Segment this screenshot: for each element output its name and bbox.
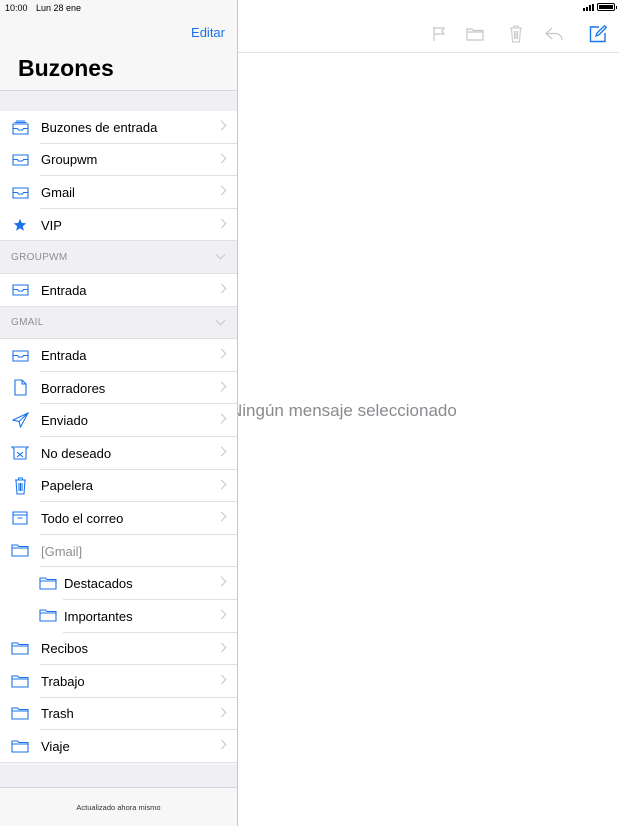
mailbox-item-papelera[interactable]: Papelera <box>0 469 237 503</box>
mailbox-item-vip[interactable]: VIP <box>0 208 237 242</box>
chevron-right-icon <box>216 381 227 392</box>
mailbox-item-destacados[interactable]: Destacados <box>0 567 237 600</box>
document-icon <box>11 379 29 396</box>
folder-icon <box>39 608 57 624</box>
chevron-right-icon <box>216 348 227 359</box>
inbox-stack-icon <box>11 119 29 135</box>
status-bar: 10:00 Lun 28 ene <box>0 0 619 16</box>
mailbox-item-label: VIP <box>41 217 62 233</box>
signal-icon <box>583 3 594 11</box>
mailbox-item-label: Trash <box>41 706 74 722</box>
folder-icon <box>11 706 29 722</box>
chevron-right-icon <box>216 413 227 424</box>
mailbox-item-trash[interactable]: Trash <box>0 697 237 731</box>
chevron-right-icon <box>216 609 227 620</box>
mailbox-item-label: Gmail <box>41 184 75 200</box>
chevron-down-icon[interactable] <box>215 315 226 326</box>
folder-icon <box>39 575 57 591</box>
mailbox-item-label: Recibos <box>41 641 88 657</box>
mailbox-item-label: Groupwm <box>41 152 98 168</box>
mailbox-item-importantes[interactable]: Importantes <box>0 599 237 633</box>
list-spacer <box>0 90 237 112</box>
mailbox-item-borradores[interactable]: Borradores <box>0 371 237 405</box>
mailbox-item-label: Buzones de entrada <box>41 119 158 135</box>
mailbox-item-entrada[interactable]: Entrada <box>0 339 237 372</box>
inbox-icon <box>11 347 29 363</box>
folder-icon[interactable] <box>463 22 487 46</box>
mailbox-item-label: Borradores <box>41 380 106 396</box>
chevron-right-icon <box>216 576 227 587</box>
section-header-label: GMAIL <box>11 317 44 329</box>
mailbox-item-viaje[interactable]: Viaje <box>0 730 237 763</box>
chevron-right-icon <box>216 283 227 294</box>
chevron-right-icon <box>216 674 227 685</box>
message-detail-pane: Ningún mensaje seleccionado <box>230 0 619 826</box>
mailbox-item-enviado[interactable]: Enviado <box>0 404 237 437</box>
mailbox-item-label: [Gmail] <box>41 543 83 559</box>
chevron-right-icon <box>216 218 227 229</box>
section-header-groupwm[interactable]: GROUPWM <box>0 241 237 274</box>
junk-icon <box>11 445 29 461</box>
mailbox-item-label: Trabajo <box>41 673 85 689</box>
folder-icon <box>11 641 29 657</box>
status-date: Lun 28 ene <box>36 3 82 13</box>
paper-plane-icon <box>11 412 29 429</box>
edit-button[interactable]: Editar <box>191 25 225 40</box>
mailbox-item-gmail[interactable]: [Gmail] <box>0 534 237 568</box>
compose-icon[interactable] <box>586 22 610 46</box>
archive-icon <box>11 510 29 526</box>
chevron-right-icon <box>216 511 227 522</box>
status-indicators <box>583 3 617 11</box>
mailbox-item-label: Enviado <box>41 413 88 429</box>
chevron-right-icon <box>216 120 227 131</box>
mailbox-item-no-deseado[interactable]: No deseado <box>0 436 237 470</box>
chevron-right-icon <box>216 479 227 489</box>
mailboxes-sidebar: Editar Buzones Buzones de entrada Groupwm… <box>0 0 238 826</box>
mailbox-item-label: Viaje <box>41 739 70 755</box>
mailbox-item-recibos[interactable]: Recibos <box>0 632 237 666</box>
mailbox-item-label: Importantes <box>64 608 133 624</box>
mailbox-item-gmail[interactable]: Gmail <box>0 176 237 209</box>
folder-icon <box>11 673 29 689</box>
folder-icon <box>11 738 29 754</box>
trash-icon[interactable] <box>504 22 528 46</box>
mailbox-item-todo-el-correo[interactable]: Todo el correo <box>0 502 237 535</box>
chevron-right-icon <box>216 739 227 750</box>
mailbox-item-groupwm[interactable]: Groupwm <box>0 143 237 177</box>
update-status-text: Actualizado ahora mismo <box>76 803 161 812</box>
chevron-right-icon <box>216 707 227 718</box>
status-time: 10:00 <box>5 3 28 13</box>
reply-icon[interactable] <box>542 22 566 46</box>
inbox-icon <box>11 282 29 298</box>
chevron-right-icon <box>216 642 227 652</box>
mailbox-item-label: Todo el correo <box>41 510 124 526</box>
folder-icon <box>11 543 29 559</box>
battery-icon <box>597 3 617 11</box>
trash-icon <box>11 477 29 495</box>
mailbox-item-buzones-de-entrada[interactable]: Buzones de entrada <box>0 111 237 144</box>
sidebar-footer: Actualizado ahora mismo <box>0 787 237 826</box>
flag-icon[interactable] <box>427 22 451 46</box>
inbox-icon <box>11 184 29 200</box>
chevron-down-icon[interactable] <box>215 249 226 260</box>
chevron-right-icon <box>216 446 227 457</box>
chevron-right-icon <box>216 185 227 196</box>
chevron-right-icon <box>216 153 227 164</box>
inbox-icon <box>11 152 29 168</box>
empty-message-text: Ningún mensaje seleccionado <box>230 401 457 420</box>
star-icon <box>11 217 29 233</box>
mailbox-list: Buzones de entrada Groupwm Gmail VIP GROUPWM… <box>0 111 237 763</box>
mailbox-item-entrada[interactable]: Entrada <box>0 273 237 307</box>
detail-toolbar <box>238 16 619 53</box>
mailbox-item-label: Entrada <box>41 347 87 363</box>
mailbox-item-label: Entrada <box>41 282 87 298</box>
mailbox-item-trabajo[interactable]: Trabajo <box>0 665 237 698</box>
mailbox-item-label: Papelera <box>41 478 94 494</box>
section-header-gmail[interactable]: GMAIL <box>0 306 237 340</box>
section-header-label: GROUPWM <box>11 252 68 264</box>
page-title: Buzones <box>18 55 114 81</box>
mailbox-item-label: No deseado <box>41 445 112 461</box>
mailbox-item-label: Destacados <box>64 576 133 592</box>
